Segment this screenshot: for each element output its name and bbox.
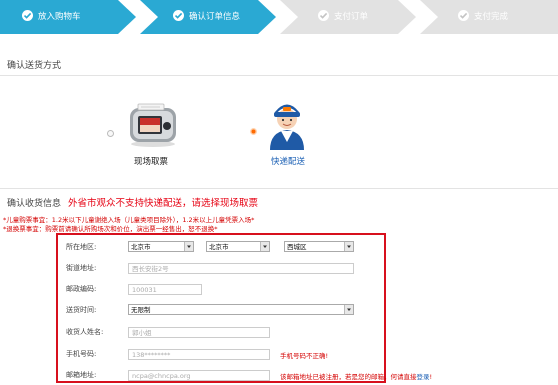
address-form: 所在地区: 北京市 北京市 西城区 街道地址: 西长安街2号 邮政编码: 100… — [56, 233, 432, 385]
section-divider — [0, 188, 558, 189]
province-select[interactable]: 北京市 — [128, 241, 194, 252]
zip-input[interactable]: 100031 — [128, 284, 202, 295]
step-2: 确认订单信息 — [173, 0, 240, 34]
receiver-name-label: 收货人姓名: — [66, 328, 104, 336]
city-value: 北京市 — [209, 243, 229, 251]
phone-label: 手机号码: — [66, 350, 97, 358]
receiver-name-value: 郭小姐 — [132, 329, 152, 337]
province-warning: 外省市观众不支持快递配送，请选择现场取票 — [68, 195, 258, 209]
chevron-down-icon — [344, 242, 353, 251]
city-select[interactable]: 北京市 — [206, 241, 270, 252]
chevron-down-icon — [260, 242, 269, 251]
email-input[interactable]: ncpa@chncpa.org — [128, 370, 270, 381]
check-circle-icon — [173, 10, 184, 21]
onsite-pickup-radio[interactable] — [107, 130, 114, 137]
refund-notice: *退换票事宜：购票前请确认所购场次和价位，演出票一经售出，恕不退换* — [3, 225, 218, 233]
ticket-machine-icon[interactable] — [124, 100, 182, 148]
onsite-pickup-label[interactable]: 现场取票 — [134, 155, 168, 167]
delivery-time-row: 送货时间: 无限制 — [58, 300, 384, 320]
district-select[interactable]: 西城区 — [284, 241, 354, 252]
check-circle-icon — [22, 10, 33, 21]
phone-input[interactable]: 138******** — [128, 349, 270, 360]
street-label: 街道地址: — [66, 264, 97, 272]
phone-row: 手机号码: 138******** 手机号码不正确! — [58, 344, 384, 364]
step-2-label: 确认订单信息 — [189, 12, 241, 22]
express-delivery-radio[interactable] — [250, 128, 257, 135]
phone-error: 手机号码不正确! — [280, 352, 329, 360]
step-1: 放入购物车 — [22, 0, 81, 34]
phone-value: 138******** — [132, 351, 171, 359]
zip-value: 100031 — [132, 286, 157, 294]
delivery-time-label: 送货时间: — [66, 306, 97, 314]
region-label: 所在地区: — [66, 243, 97, 251]
step-3-label: 支付订单 — [334, 12, 369, 22]
delivery-section-title: 确认送货方式 — [7, 61, 62, 71]
street-value: 西长安街2号 — [132, 265, 169, 273]
check-circle-icon — [318, 10, 329, 21]
street-row: 街道地址: 西长安街2号 — [58, 258, 384, 278]
delivery-time-select[interactable]: 无限制 — [128, 304, 354, 315]
receiver-section-title: 确认收货信息 — [7, 199, 62, 209]
email-row: 邮箱地址: ncpa@chncpa.org 该邮箱地址已被注册，若是您的邮箱，何… — [58, 365, 432, 385]
courier-icon[interactable] — [266, 98, 308, 150]
region-row: 所在地区: 北京市 北京市 西城区 — [58, 237, 384, 257]
zip-row: 邮政编码: 100031 — [58, 279, 384, 299]
receiver-name-input[interactable]: 郭小姐 — [128, 327, 270, 338]
express-delivery-label[interactable]: 快递配送 — [271, 155, 305, 167]
province-warning-text: 外省市观众不支持快递配送，请选择现场取票 — [68, 198, 259, 209]
street-input[interactable]: 西长安街2号 — [128, 263, 354, 274]
step-3: 支付订单 — [318, 0, 368, 34]
chevron-down-icon — [184, 242, 193, 251]
district-value: 西城区 — [287, 243, 307, 251]
receiver-name-row: 收货人姓名: 郭小姐 — [58, 322, 384, 342]
zip-label: 邮政编码: — [66, 285, 97, 293]
step-4-label: 支付完成 — [474, 12, 509, 22]
step-4: 支付完成 — [458, 0, 508, 34]
email-value: ncpa@chncpa.org — [132, 372, 191, 380]
section-divider — [0, 75, 558, 76]
checkout-progress-bar: 放入购物车 确认订单信息 支付订单 支付完成 — [0, 0, 558, 34]
email-label: 邮箱地址: — [66, 371, 97, 379]
chevron-down-icon — [344, 305, 353, 314]
step-1-label: 放入购物车 — [38, 12, 81, 22]
delivery-time-value: 无限制 — [131, 306, 151, 314]
province-value: 北京市 — [131, 243, 151, 251]
check-circle-icon — [458, 10, 469, 21]
